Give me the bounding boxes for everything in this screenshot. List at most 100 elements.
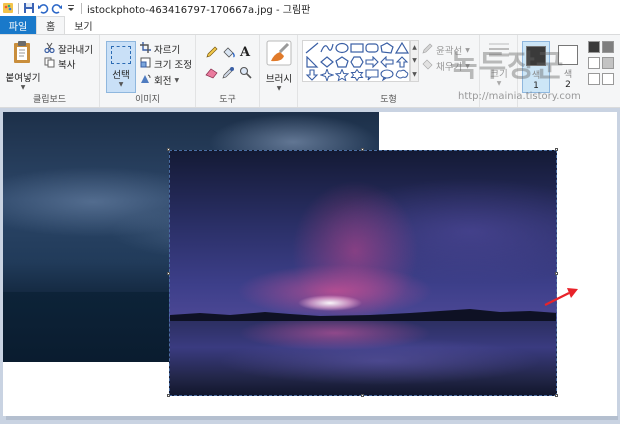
five-point-star-shape-icon[interactable]	[334, 68, 350, 82]
fill-bucket-small-icon	[422, 59, 433, 73]
polygon-shape-icon[interactable]	[380, 42, 394, 54]
save-icon[interactable]	[23, 2, 35, 14]
rotate-button[interactable]: 회전 ▼	[140, 73, 179, 87]
resize-handle[interactable]	[361, 394, 364, 397]
chevron-down-icon: ▼	[118, 81, 124, 88]
redo-icon[interactable]	[51, 2, 63, 14]
triangle-shape-icon[interactable]	[394, 41, 410, 54]
six-point-star-shape-icon[interactable]	[350, 68, 364, 82]
image-group-label: 이미지	[135, 95, 160, 105]
color-picker-icon[interactable]	[221, 65, 235, 79]
copy-button[interactable]: 복사	[44, 57, 75, 71]
outline-pencil-icon	[422, 43, 433, 57]
fill-bucket-icon[interactable]	[221, 45, 235, 59]
tools-group-label: 도구	[219, 95, 236, 105]
brush-group: 브러시 ▼	[260, 35, 298, 107]
curve-shape-icon[interactable]	[320, 42, 334, 54]
palette-swatch-empty[interactable]	[602, 73, 614, 85]
clipboard-group-label: 클립보드	[32, 95, 67, 105]
resize-handle[interactable]	[167, 394, 170, 397]
right-arrow-shape-icon[interactable]	[365, 55, 379, 69]
shapes-gallery	[302, 40, 410, 83]
paint-app-icon[interactable]	[2, 2, 14, 14]
tab-home[interactable]: 홈	[36, 16, 66, 34]
brush-icon	[266, 40, 292, 69]
drawing-canvas[interactable]	[3, 112, 617, 416]
resize-handle[interactable]	[167, 272, 170, 275]
clipboard-icon	[11, 39, 35, 68]
pencil-icon[interactable]	[204, 45, 218, 59]
resize-label: 크기 조정	[154, 60, 192, 71]
cut-button[interactable]: 잘라내기	[44, 42, 93, 56]
shapes-group-label: 도형	[380, 95, 397, 105]
resize-handle[interactable]	[167, 148, 170, 151]
oval-shape-icon[interactable]	[335, 42, 349, 54]
paste-label: 붙여넣기	[5, 73, 41, 84]
copy-label: 복사	[58, 60, 76, 71]
red-arrow-annotation-icon	[544, 288, 578, 306]
resize-handle[interactable]	[555, 148, 558, 151]
canvas-area[interactable]	[0, 108, 620, 424]
select-button[interactable]: 선택 ▼	[106, 41, 136, 93]
customize-quick-access-icon[interactable]	[65, 2, 77, 14]
palette-swatch-light-gray[interactable]	[602, 57, 614, 69]
rectangle-callout-shape-icon[interactable]	[365, 69, 379, 81]
four-point-star-shape-icon[interactable]	[319, 67, 335, 83]
rounded-rectangle-shape-icon[interactable]	[365, 42, 379, 54]
scissors-icon	[44, 42, 55, 56]
image-group: 선택 ▼ 자르기 크기 조정 회전 ▼ 이미지	[100, 35, 196, 107]
oval-callout-shape-icon[interactable]	[380, 69, 394, 82]
quick-access-toolbar	[0, 0, 84, 16]
rectangle-shape-icon[interactable]	[350, 42, 364, 54]
palette-swatch-white[interactable]	[588, 57, 600, 69]
brush-label: 브러시	[265, 74, 293, 85]
photo-reflection	[170, 321, 556, 395]
resize-button[interactable]: 크기 조정	[140, 57, 192, 71]
rotate-label: 회전	[154, 76, 172, 87]
palette-swatch-empty[interactable]	[588, 73, 600, 85]
resize-handle[interactable]	[555, 394, 558, 397]
ribbon-tabs: 파일 홈 보기	[0, 16, 620, 34]
ribbon: 붙여넣기 ▼ 잘라내기 복사 클립보드 선택 ▼ 자르기 크기 조정 회전 ▼ …	[0, 34, 620, 108]
tab-file[interactable]: 파일	[0, 16, 36, 34]
tools-group: A 도구	[196, 35, 260, 107]
brush-button[interactable]: 브러시 ▼	[262, 40, 296, 92]
resize-icon	[140, 57, 151, 71]
cloud-callout-shape-icon[interactable]	[395, 69, 409, 81]
text-icon[interactable]: A	[238, 45, 252, 60]
undo-icon[interactable]	[37, 2, 49, 14]
rotate-icon	[140, 73, 151, 87]
eraser-icon[interactable]	[204, 65, 218, 79]
watermark-url: http://mainia.tistory.com	[458, 91, 581, 102]
down-arrow-shape-icon[interactable]	[305, 69, 319, 81]
resize-handle[interactable]	[555, 272, 558, 275]
palette-swatch-black[interactable]	[588, 41, 600, 53]
expand-gallery-icon[interactable]: ▼	[412, 71, 417, 78]
toolbar-separator	[18, 2, 19, 14]
canvas-shadow	[6, 416, 618, 420]
left-arrow-shape-icon[interactable]	[380, 55, 394, 69]
line-shape-icon[interactable]	[305, 42, 319, 54]
copy-icon	[44, 57, 55, 71]
scroll-up-icon[interactable]: ▲	[412, 44, 417, 51]
resize-handle[interactable]	[361, 148, 364, 151]
hexagon-shape-icon[interactable]	[350, 56, 364, 68]
pasted-galaxy-photo[interactable]	[169, 150, 557, 396]
crop-icon	[140, 42, 151, 56]
paste-button[interactable]: 붙여넣기 ▼	[4, 39, 42, 91]
diamond-shape-icon[interactable]	[320, 56, 334, 68]
crop-button[interactable]: 자르기	[140, 42, 180, 56]
crop-label: 자르기	[154, 45, 181, 56]
color2-label: 색	[563, 70, 573, 80]
clipboard-group: 붙여넣기 ▼ 잘라내기 복사 클립보드	[0, 35, 100, 107]
magnifier-icon[interactable]	[238, 65, 252, 79]
palette-swatch-gray[interactable]	[602, 41, 614, 53]
pentagon-shape-icon[interactable]	[335, 56, 349, 68]
up-arrow-shape-icon[interactable]	[395, 56, 409, 68]
color2-number: 2	[565, 80, 571, 90]
right-triangle-shape-icon[interactable]	[305, 55, 319, 68]
select-rect-icon	[111, 46, 131, 64]
shapes-gallery-scroll[interactable]: ▲ ▼ ▼	[410, 40, 419, 82]
tab-view[interactable]: 보기	[65, 16, 101, 34]
scroll-down-icon[interactable]: ▼	[412, 57, 417, 64]
